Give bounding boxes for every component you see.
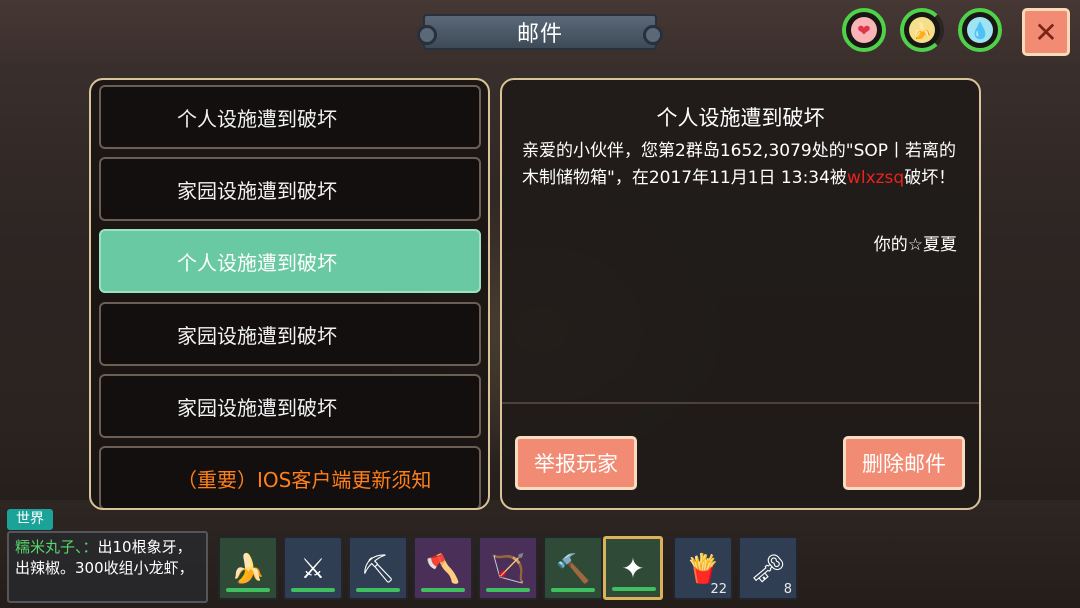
mail-list-item-label: 家园设施遭到破坏 (177, 323, 337, 348)
mail-list-item-label: 家园设施遭到破坏 (177, 178, 337, 203)
hotbar-slot[interactable]: 🗝 8 (738, 536, 798, 600)
chat-sender: 糯米丸子、： (15, 538, 98, 556)
mail-list-item-label: 个人设施遭到破坏 (177, 250, 337, 275)
mail-list-item-label: 家园设施遭到破坏 (177, 395, 337, 420)
heart-icon: ❤ (851, 17, 877, 43)
mail-list-item[interactable]: 个人设施遭到破坏 (99, 85, 481, 149)
hotbar-slot[interactable]: 🍌 (218, 536, 278, 600)
hotbar-slot[interactable]: ⛏ (348, 536, 408, 600)
water-icon: 💧 (967, 17, 993, 43)
mail-title-plaque: 邮件 (417, 14, 663, 50)
hotbar-slot[interactable]: 🪓 (413, 536, 473, 600)
club-item-icon: 🔨 (555, 551, 591, 585)
mail-list-item[interactable]: 家园设施遭到破坏 (99, 374, 481, 438)
pickaxe-item-icon: ⛏ (360, 551, 396, 585)
mail-content-panel: 个人设施遭到破坏 亲爱的小伙伴，您第2群岛1652,3079处的"SOP丨若离的… (500, 78, 981, 510)
item-count: 22 (710, 582, 727, 597)
bow-item-icon: 🏹 (490, 551, 526, 585)
report-player-label: 举报玩家 (534, 452, 618, 476)
mail-signature: 你的☆夏夏 (873, 235, 957, 255)
mail-list-item[interactable]: 家园设施遭到破坏 (99, 302, 481, 366)
mail-list-item-important[interactable]: （重要）IOS客户端更新须知 (99, 446, 481, 508)
magic-staff-item-icon: ✦ (621, 551, 645, 585)
axe-item-icon: 🪓 (425, 551, 461, 585)
mail-list-panel[interactable]: 个人设施遭到破坏 家园设施遭到破坏 个人设施遭到破坏 家园设施遭到破坏 家园设施… (89, 78, 490, 510)
hotbar-slot-selected[interactable]: ✦ (603, 536, 663, 600)
item-count: 8 (783, 582, 792, 597)
mail-body: 亲爱的小伙伴，您第2群岛1652,3079处的"SOP丨若离的木制储物箱"，在2… (522, 138, 962, 192)
mail-list-item-label: （重要）IOS客户端更新须知 (177, 467, 432, 492)
keys-item-icon: 🗝 (750, 551, 786, 585)
world-channel-tag[interactable]: 世界 (7, 509, 53, 530)
close-button[interactable]: ✕ (1022, 8, 1070, 56)
report-player-button[interactable]: 举报玩家 (515, 436, 637, 490)
mail-subject: 个人设施遭到破坏 (656, 106, 825, 130)
durability-bar (421, 588, 465, 592)
banana-bag-item-icon: 🍌 (230, 551, 266, 585)
close-icon: ✕ (1034, 15, 1058, 49)
durability-bar (226, 588, 270, 592)
thirst-status: 💧 (958, 8, 1002, 52)
hotbar-slot[interactable]: ⚔ (283, 536, 343, 600)
chat-box[interactable]: 糯米丸子、：出10根象牙，出辣椒。300收组小龙虾， (7, 531, 208, 603)
mail-list-item-label: 个人设施遭到破坏 (177, 106, 337, 131)
mail-body-end: 破坏！ (904, 168, 956, 188)
mail-list-item[interactable]: 家园设施遭到破坏 (99, 157, 481, 221)
durability-bar (551, 588, 595, 592)
hunger-icon: 🍌 (909, 17, 935, 43)
hotbar-slot[interactable]: 🔨 (543, 536, 603, 600)
scythe-item-icon: ⚔ (300, 551, 326, 585)
delete-mail-button[interactable]: 删除邮件 (843, 436, 965, 490)
health-status: ❤ (842, 8, 886, 52)
durability-bar (356, 588, 400, 592)
durability-bar (486, 588, 530, 592)
page-title: 邮件 (516, 22, 563, 47)
durability-bar (291, 588, 335, 592)
delete-mail-label: 删除邮件 (862, 452, 946, 476)
attacker-name: wlxzsq (846, 168, 905, 188)
hunger-status: 🍌 (900, 8, 944, 52)
divider (502, 402, 979, 404)
durability-bar (612, 587, 656, 591)
fries-item-icon: 🍟 (685, 551, 721, 585)
hotbar-slot[interactable]: 🏹 (478, 536, 538, 600)
mail-list-item-selected[interactable]: 个人设施遭到破坏 (99, 229, 481, 293)
hotbar-slot[interactable]: 🍟 22 (673, 536, 733, 600)
